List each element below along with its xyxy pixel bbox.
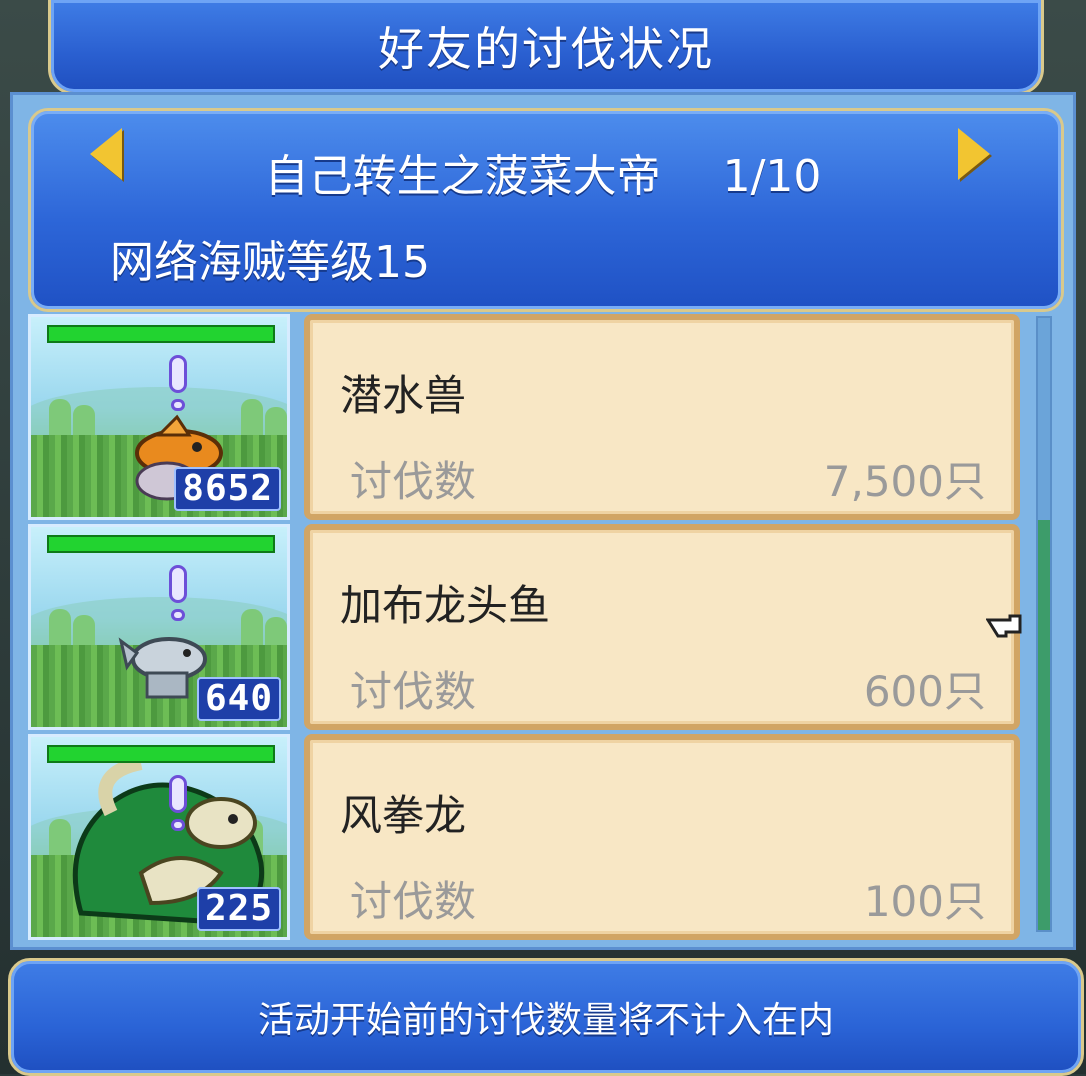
- monster-card: 风拳龙 讨伐数 100只: [304, 734, 1020, 940]
- exclamation-icon: [169, 355, 187, 413]
- exclamation-icon: [169, 775, 187, 833]
- list-item[interactable]: 8652 潜水兽 讨伐数 7,500只: [28, 314, 1024, 520]
- kill-count: 7,500只: [823, 457, 986, 506]
- kill-count: 100只: [863, 877, 986, 926]
- kill-label: 讨伐数: [350, 877, 477, 926]
- friend-name: 自己转生之菠菜大帝: [264, 151, 661, 202]
- hp-bar: [47, 325, 275, 343]
- kill-label: 讨伐数: [350, 667, 477, 716]
- power-badge: 640: [196, 677, 281, 721]
- monster-name: 风拳龙: [340, 791, 467, 840]
- page-title: 好友的讨伐状况: [378, 22, 714, 76]
- hp-bar: [47, 745, 275, 763]
- pirate-level: 网络海贼等级15: [110, 237, 430, 288]
- monster-card: 加布龙头鱼 讨伐数 600只: [304, 524, 1020, 730]
- monster-thumbnail: 225: [28, 734, 290, 940]
- kill-label: 讨伐数: [350, 457, 477, 506]
- footer-bar: 活动开始前的讨伐数量将不计入在内: [8, 958, 1084, 1076]
- monster-name: 加布龙头鱼: [340, 581, 551, 630]
- page-indicator: 1/10: [722, 151, 822, 202]
- kill-count: 600只: [863, 667, 986, 716]
- list-item[interactable]: 225 风拳龙 讨伐数 100只: [28, 734, 1024, 940]
- list-item[interactable]: 640 加布龙头鱼 讨伐数 600只: [28, 524, 1024, 730]
- friend-name-line: 自己转生之菠菜大帝 1/10: [0, 140, 1086, 204]
- scrollbar-thumb[interactable]: [1038, 520, 1050, 930]
- power-badge: 225: [196, 887, 281, 931]
- pointing-hand-icon: [986, 614, 1022, 638]
- exclamation-icon: [169, 565, 187, 623]
- power-badge: 8652: [174, 467, 281, 511]
- monster-thumbnail: 640: [28, 524, 290, 730]
- monster-thumbnail: 8652: [28, 314, 290, 520]
- title-bar: 好友的讨伐状况: [48, 0, 1044, 95]
- monster-card: 潜水兽 讨伐数 7,500只: [304, 314, 1020, 520]
- footer-note: 活动开始前的讨伐数量将不计入在内: [257, 1000, 834, 1041]
- hp-bar: [47, 535, 275, 553]
- monster-name: 潜水兽: [340, 371, 467, 420]
